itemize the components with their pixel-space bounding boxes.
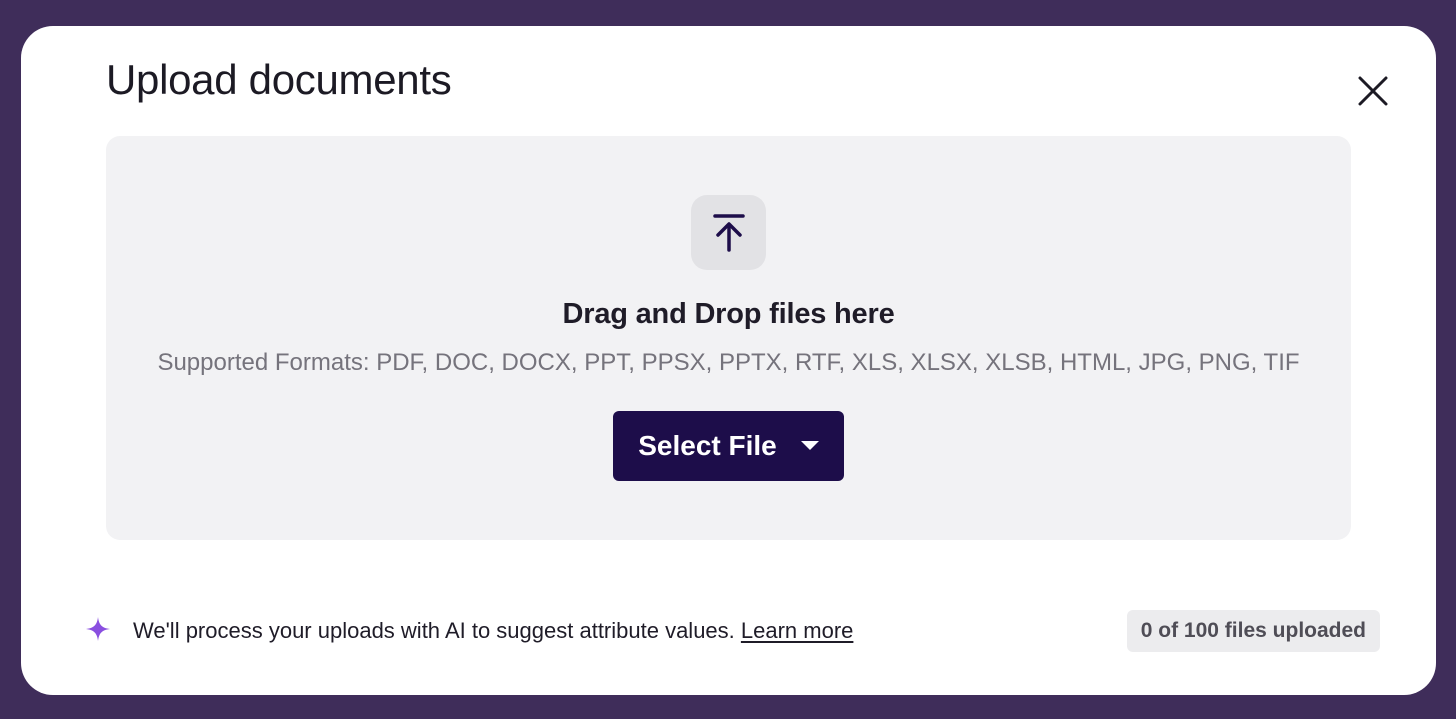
dialog-title: Upload documents: [106, 56, 452, 103]
close-icon: [1358, 76, 1388, 106]
supported-formats: Supported Formats: PDF, DOC, DOCX, PPT, …: [157, 349, 1300, 376]
file-dropzone[interactable]: Drag and Drop files here Supported Forma…: [106, 136, 1351, 540]
sparkle-icon: [86, 617, 110, 641]
caret-down-icon: [800, 441, 819, 450]
ai-notice-text: We'll process your uploads with AI to su…: [133, 618, 741, 643]
upload-icon: [712, 213, 745, 252]
dialog-footer: We'll process your uploads with AI to su…: [85, 610, 1380, 654]
close-button[interactable]: [1352, 70, 1394, 112]
learn-more-link[interactable]: Learn more: [741, 618, 854, 643]
upload-icon-container: [691, 195, 766, 270]
upload-dialog: Upload documents Drag and Drop files her…: [21, 26, 1436, 695]
select-file-label: Select File: [638, 430, 777, 461]
upload-counter-badge: 0 of 100 files uploaded: [1126, 610, 1380, 652]
select-file-button[interactable]: Select File: [613, 411, 844, 481]
dropzone-heading: Drag and Drop files here: [562, 298, 895, 330]
ai-notice: We'll process your uploads with AI to su…: [133, 616, 853, 646]
